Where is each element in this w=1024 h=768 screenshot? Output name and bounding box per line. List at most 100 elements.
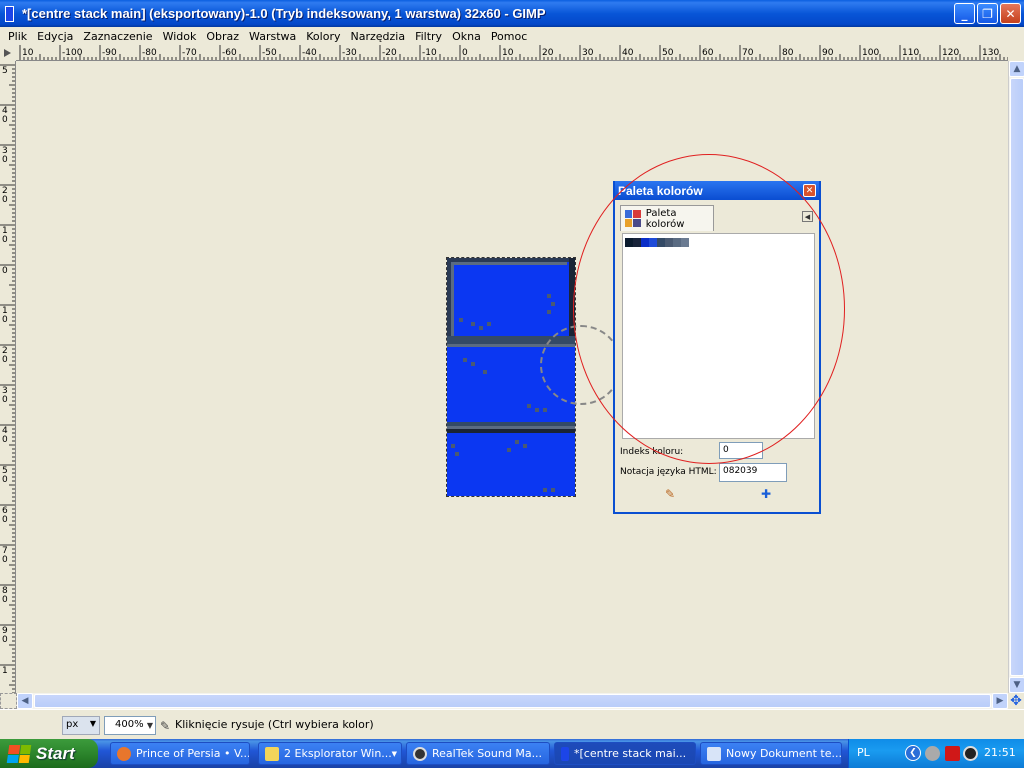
volume-tray-icon[interactable]	[925, 746, 940, 761]
color-index-spinner[interactable]: 0	[719, 442, 763, 459]
ruler-label: -90	[102, 48, 117, 58]
horizontal-scrollbar[interactable]: ◀ ▶	[17, 693, 1008, 709]
ruler-label: 5	[2, 66, 8, 76]
menubar: Plik Edycja Zaznaczenie Widok Obraz Wars…	[0, 27, 1024, 45]
vertical-ruler-ticks: 54030201001020304050607080901	[0, 64, 15, 693]
unit-value: px	[66, 719, 79, 730]
ruler-label: -10	[422, 48, 437, 58]
show-hidden-icons-icon[interactable]: ❮	[905, 745, 921, 761]
navigate-icon[interactable]: ✥	[1008, 693, 1024, 709]
vertical-scroll-thumb[interactable]	[1010, 78, 1024, 676]
new-color-icon[interactable]: ✚	[759, 487, 773, 501]
group-chevron-down-icon: ▼	[391, 749, 397, 758]
maximize-button[interactable]: ❐	[977, 3, 998, 24]
clock: 21:51	[984, 746, 1016, 759]
window-titlebar[interactable]: *[centre stack main] (eksportowany)-1.0 …	[0, 0, 1024, 27]
image-menu-arrow-button[interactable]	[0, 45, 16, 61]
menu-pomoc[interactable]: Pomoc	[486, 30, 532, 43]
vertical-scrollbar[interactable]: ▲ ▼	[1008, 61, 1024, 693]
realtek-tray-icon[interactable]	[963, 746, 978, 761]
ruler-label: 0	[2, 555, 8, 565]
ruler-label: 60	[702, 48, 714, 58]
index-label: Indeks koloru:	[620, 447, 684, 457]
palette-swatch[interactable]	[625, 238, 633, 247]
ruler-label: -50	[262, 48, 277, 58]
task-gimp-image[interactable]: *[centre stack mai...	[554, 742, 696, 765]
palette-icon	[625, 210, 641, 227]
status-message: Kliknięcie rysuje (Ctrl wybiera kolor)	[175, 718, 374, 731]
menu-plik[interactable]: Plik	[3, 30, 32, 43]
scroll-right-icon[interactable]: ▶	[992, 693, 1008, 709]
menu-narzedzia[interactable]: Narzędzia	[345, 30, 410, 43]
menu-kolory[interactable]: Kolory	[301, 30, 345, 43]
scroll-down-icon[interactable]: ▼	[1009, 677, 1024, 693]
palette-swatch[interactable]	[649, 238, 657, 247]
vertical-ruler[interactable]: 54030201001020304050607080901	[0, 61, 16, 693]
tab-paleta-kolorow[interactable]: Paleta kolorów	[620, 205, 714, 231]
palette-swatch[interactable]	[681, 238, 689, 247]
windows-logo-icon	[6, 744, 32, 763]
ruler-label: 0	[2, 355, 8, 365]
tab-menu-icon[interactable]: ◀	[802, 211, 813, 222]
unit-select[interactable]: px ▼	[62, 716, 100, 735]
task-explorer[interactable]: 2 Eksplorator Win... ▼	[258, 742, 402, 765]
start-button[interactable]: Start	[0, 739, 98, 768]
horizontal-scroll-thumb[interactable]	[34, 694, 991, 708]
task-label: RealTek Sound Ma...	[432, 747, 543, 760]
ruler-label: -30	[342, 48, 357, 58]
html-notation-input[interactable]: 082039	[719, 463, 787, 482]
task-label: Prince of Persia • V...	[136, 747, 250, 760]
ruler-label: 10	[502, 48, 514, 58]
menu-warstwa[interactable]: Warstwa	[244, 30, 301, 43]
palette-view[interactable]	[622, 233, 815, 439]
close-button[interactable]: ✕	[1000, 3, 1021, 24]
ruler-label: 70	[742, 48, 754, 58]
menu-zaznaczenie[interactable]: Zaznaczenie	[78, 30, 157, 43]
ruler-label: 1	[2, 666, 8, 676]
language-indicator[interactable]: PL	[857, 746, 870, 759]
zoom-select[interactable]: 400% ▼	[104, 716, 156, 735]
tab-label: Paleta kolorów	[645, 207, 685, 230]
palette-swatch[interactable]	[633, 238, 641, 247]
ruler-label: 130	[982, 48, 999, 58]
edit-color-icon[interactable]: ✎	[663, 487, 677, 501]
ati-tray-icon[interactable]	[945, 746, 960, 761]
menu-okna[interactable]: Okna	[447, 30, 486, 43]
palette-dialog-title[interactable]: Paleta kolorów	[615, 181, 819, 200]
palette-swatch[interactable]	[665, 238, 673, 247]
scroll-up-icon[interactable]: ▲	[1009, 61, 1024, 77]
ruler-label: 90	[822, 48, 834, 58]
palette-swatch[interactable]	[641, 238, 649, 247]
system-tray: PL ❮ 21:51	[848, 739, 1024, 768]
ruler-label: 100	[862, 48, 879, 58]
statusbar: px ▼ 400% ▼ ✎ Kliknięcie rysuje (Ctrl wy…	[0, 709, 1024, 739]
menu-obraz[interactable]: Obraz	[201, 30, 244, 43]
ruler-label: -60	[222, 48, 237, 58]
menu-filtry[interactable]: Filtry	[410, 30, 447, 43]
ruler-label: -40	[302, 48, 317, 58]
palette-swatch[interactable]	[673, 238, 681, 247]
ruler-label: 110	[902, 48, 919, 58]
menu-edycja[interactable]: Edycja	[32, 30, 78, 43]
firefox-icon	[117, 746, 131, 761]
image-pixels	[447, 258, 575, 496]
task-prince-of-persia[interactable]: Prince of Persia • V...	[110, 742, 250, 765]
menu-widok[interactable]: Widok	[158, 30, 202, 43]
palette-dialog-close-icon[interactable]: ✕	[803, 184, 816, 197]
html-label: Notacja języka HTML:	[620, 467, 717, 477]
task-label: Nowy Dokument te...	[726, 747, 842, 760]
gimp-image-icon	[5, 5, 14, 22]
ruler-label: 0	[2, 266, 8, 276]
ruler-label: 0	[2, 635, 8, 645]
ruler-label: 0	[2, 395, 8, 405]
minimize-button[interactable]: _	[954, 3, 975, 24]
task-text-document[interactable]: Nowy Dokument te...	[700, 742, 842, 765]
palette-swatch[interactable]	[657, 238, 665, 247]
quick-mask-toggle[interactable]	[0, 693, 17, 709]
ruler-label: 0	[2, 315, 8, 325]
task-label: 2 Eksplorator Win...	[284, 747, 392, 760]
scroll-left-icon[interactable]: ◀	[17, 693, 33, 709]
task-realtek[interactable]: RealTek Sound Ma...	[406, 742, 550, 765]
indexed-image[interactable]	[446, 257, 576, 497]
horizontal-ruler[interactable]: 10 -100 -90 -80 -70 -60 -50 -40 -30 -20 -10 0 10 20 30…	[16, 45, 1008, 61]
